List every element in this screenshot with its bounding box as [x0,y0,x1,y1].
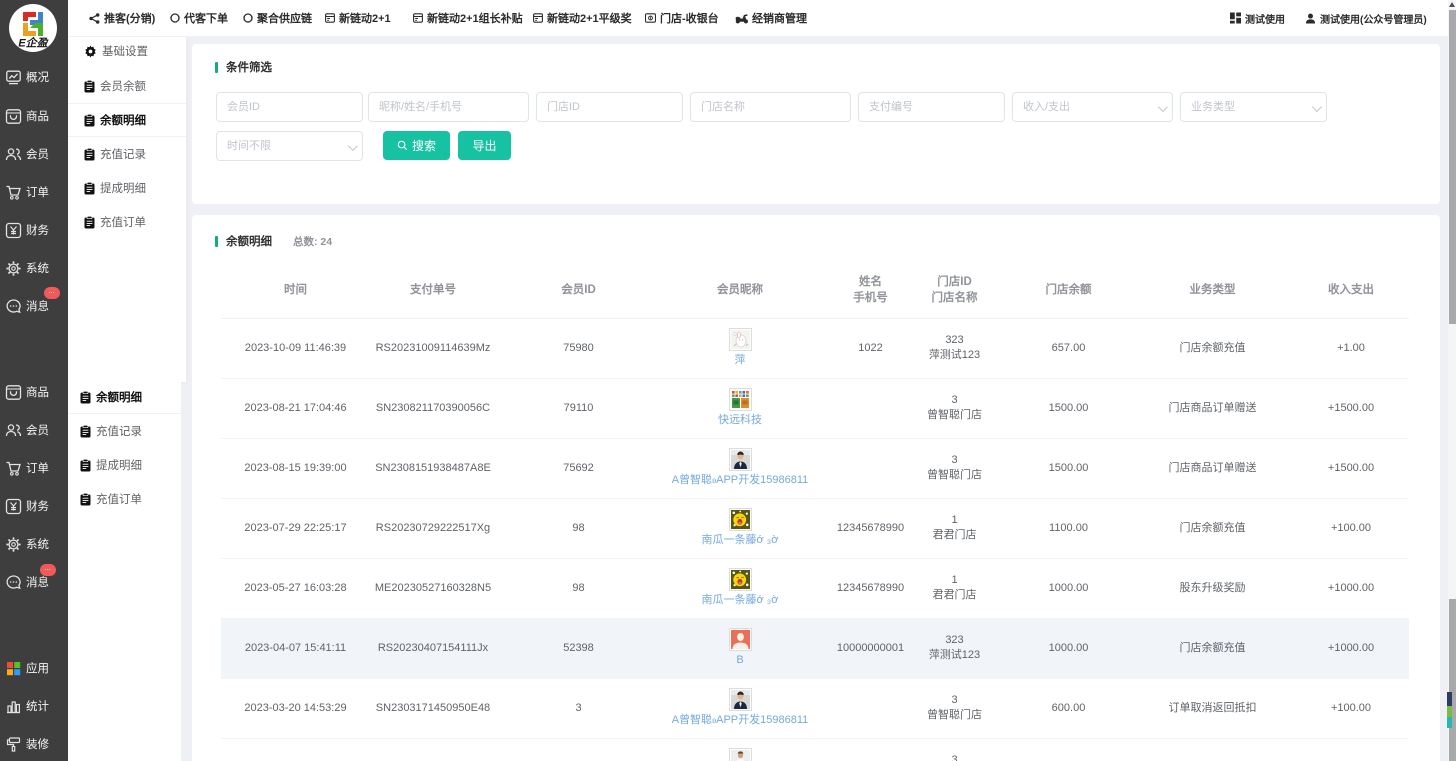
svg-text:E企盈: E企盈 [18,37,48,50]
